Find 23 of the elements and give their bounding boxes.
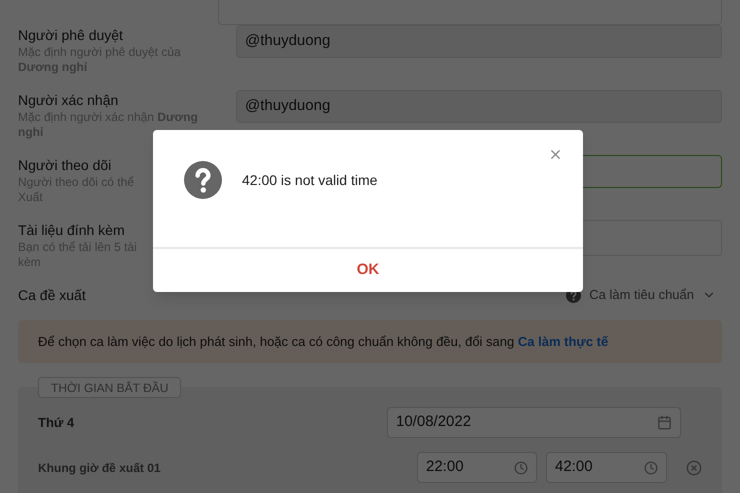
clock-icon: [644, 460, 658, 474]
slot-label: Khung giờ đề xuất 01: [38, 460, 161, 476]
dialog-message: 42:00 is not valid time: [242, 170, 378, 190]
field-label: Người phê duyệt: [18, 26, 123, 45]
time-field[interactable]: 42:00: [546, 452, 667, 483]
day-label: Thứ 4: [38, 414, 74, 432]
calendar-icon: [657, 415, 672, 430]
shift-dropdown[interactable]: Ca làm tiêu chuẩn: [589, 285, 716, 305]
input-field[interactable]: @thuyduong: [236, 25, 722, 58]
close-icon[interactable]: [548, 147, 563, 162]
time-field[interactable]: 22:00: [417, 452, 537, 483]
shift-link[interactable]: Ca làm thực tế: [518, 334, 608, 349]
ok-button[interactable]: OK: [340, 255, 396, 286]
date-field[interactable]: 10/08/2022: [387, 407, 681, 438]
notice-text: Để chọn ca làm việc do lịch phát sinh, hoặc ca có công chuẩn không đều, đổi sang Ca làm thực tế: [38, 332, 608, 351]
question-icon: [184, 161, 222, 199]
field-label: Tài liệu đính kèm: [18, 221, 125, 240]
remove-icon[interactable]: [686, 460, 702, 476]
field-label: Người theo dõi: [18, 156, 112, 175]
shift-label: Ca đề xuất: [18, 286, 86, 304]
input-field[interactable]: @thuyduong: [236, 90, 722, 123]
clock-icon: [514, 460, 528, 474]
field-label: Người xác nhận: [18, 91, 118, 110]
